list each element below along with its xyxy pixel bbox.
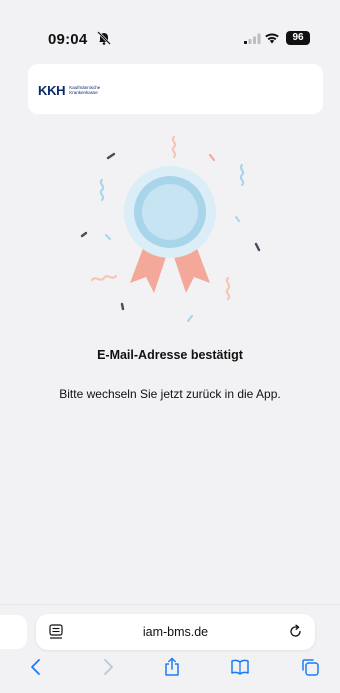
page-title: E-Mail-Adresse bestätigt <box>97 348 243 362</box>
browser-bar: iam-bms.de <box>0 604 340 693</box>
bell-slash-icon <box>97 31 111 45</box>
chevron-left-icon[interactable] <box>26 657 46 677</box>
share-icon[interactable] <box>162 657 182 677</box>
reload-icon[interactable] <box>288 624 303 639</box>
logo-subtitle: Kaufmännische Krankenkasse <box>69 85 100 95</box>
url-text[interactable]: iam-bms.de <box>36 625 315 639</box>
address-bar[interactable]: iam-bms.de <box>36 614 315 650</box>
signal-icon <box>244 33 261 44</box>
page-message: Bitte wechseln Sie jetzt zurück in die A… <box>59 387 281 401</box>
wifi-icon <box>265 33 279 44</box>
logo-mark: KKH <box>38 82 66 98</box>
chevron-right-icon[interactable] <box>98 657 118 677</box>
medal-icon <box>124 166 216 258</box>
battery-indicator: 96 <box>286 31 310 45</box>
logo-line-2: Krankenkasse <box>69 90 98 95</box>
previous-tab-preview[interactable] <box>0 615 27 649</box>
status-time: 09:04 <box>48 31 88 48</box>
book-icon[interactable] <box>230 657 250 677</box>
screen: 09:04 96 KKH Kaufmännische Krankenkasse <box>0 0 340 693</box>
header-card: KKH Kaufmännische Krankenkasse <box>28 64 323 114</box>
browser-toolbar <box>0 653 340 683</box>
success-badge-illustration <box>80 135 261 323</box>
status-bar: 09:04 96 <box>0 0 340 60</box>
kkh-logo: KKH Kaufmännische Krankenkasse <box>38 82 100 98</box>
tabs-icon[interactable] <box>300 657 320 677</box>
